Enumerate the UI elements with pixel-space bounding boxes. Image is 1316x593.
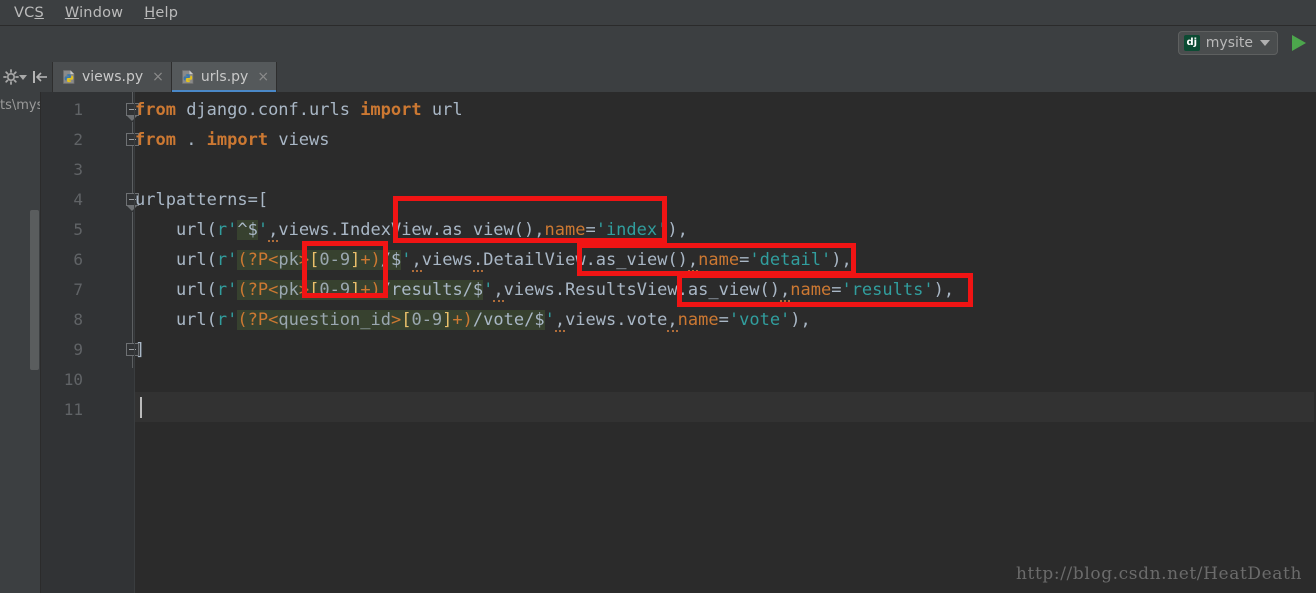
pycharm-window: VCS Window Help dj mysite views.py × url…	[0, 0, 1316, 593]
python-file-icon	[182, 70, 194, 84]
line-number: 5	[73, 220, 83, 239]
fold-guide	[132, 212, 133, 343]
menu-item-help[interactable]: Help	[144, 5, 178, 21]
menu-item-window[interactable]: Window	[65, 5, 123, 21]
text-caret	[140, 397, 142, 418]
code-line-6: url(r'(?P<pk>[0-9]+)/$',views.DetailView…	[135, 250, 852, 272]
breadcrumb: ts\mysi	[0, 92, 40, 120]
django-icon: dj	[1183, 35, 1200, 51]
run-configuration-label: mysite	[1205, 35, 1253, 51]
code-line-9: ]	[135, 340, 146, 360]
chevron-down-icon[interactable]	[19, 75, 27, 80]
line-number: 3	[73, 160, 83, 179]
python-file-icon	[63, 70, 75, 84]
code-editor[interactable]: 1 2 3 4 5 6 7 8 9 10 11 from django.conf…	[41, 92, 1316, 593]
fold-guide	[132, 122, 133, 133]
close-icon[interactable]: ×	[152, 70, 164, 84]
run-play-icon[interactable]	[1292, 35, 1306, 51]
main-toolbar: dj mysite	[0, 26, 1316, 63]
code-line-7: url(r'(?P<pk>[0-9]+)/results/$',views.Re…	[135, 280, 955, 302]
code-content[interactable]: from django.conf.urls import url from . …	[135, 92, 1316, 593]
line-number: 6	[73, 250, 83, 269]
run-configuration-selector[interactable]: dj mysite	[1177, 31, 1278, 55]
code-line-2: from . import views	[135, 130, 330, 150]
left-tool-column	[0, 92, 40, 593]
editor-gutter[interactable]: 1 2 3 4 5 6 7 8 9 10 11	[41, 92, 139, 593]
line-number: 9	[73, 340, 83, 359]
gear-icon[interactable]	[3, 69, 19, 85]
line-number: 1	[73, 100, 83, 119]
current-line-highlight	[135, 392, 1316, 422]
line-number: 4	[73, 190, 83, 209]
tab-views-py[interactable]: views.py ×	[53, 62, 172, 92]
collapse-all-icon[interactable]	[31, 69, 49, 85]
tab-label: urls.py	[200, 69, 249, 85]
line-number: 11	[63, 400, 83, 419]
line-number: 7	[73, 280, 83, 299]
tab-label: views.py	[82, 69, 144, 85]
close-icon[interactable]: ×	[257, 70, 269, 84]
fold-guide	[132, 356, 133, 368]
code-line-5: url(r'^$',views.IndexView.as_view(),name…	[135, 220, 688, 242]
menu-item-vcs[interactable]: VCS	[14, 5, 44, 21]
code-line-8: url(r'(?P<question_id>[0-9]+)/vote/$',vi…	[135, 310, 811, 332]
code-line-1: from django.conf.urls import url	[135, 100, 463, 120]
project-scrollbar[interactable]	[30, 210, 39, 370]
code-line-4: urlpatterns=[	[135, 190, 269, 210]
fold-guide	[132, 146, 133, 193]
line-number: 2	[73, 130, 83, 149]
chevron-down-icon	[1260, 40, 1270, 46]
line-number: 10	[63, 370, 83, 389]
menu-bar: VCS Window Help	[0, 0, 1316, 26]
tab-urls-py[interactable]: urls.py ×	[171, 62, 278, 92]
watermark-url: http://blog.csdn.net/HeatDeath	[1015, 564, 1302, 584]
line-number: 8	[73, 310, 83, 329]
editor-tab-bar: views.py × urls.py ×	[53, 62, 278, 92]
